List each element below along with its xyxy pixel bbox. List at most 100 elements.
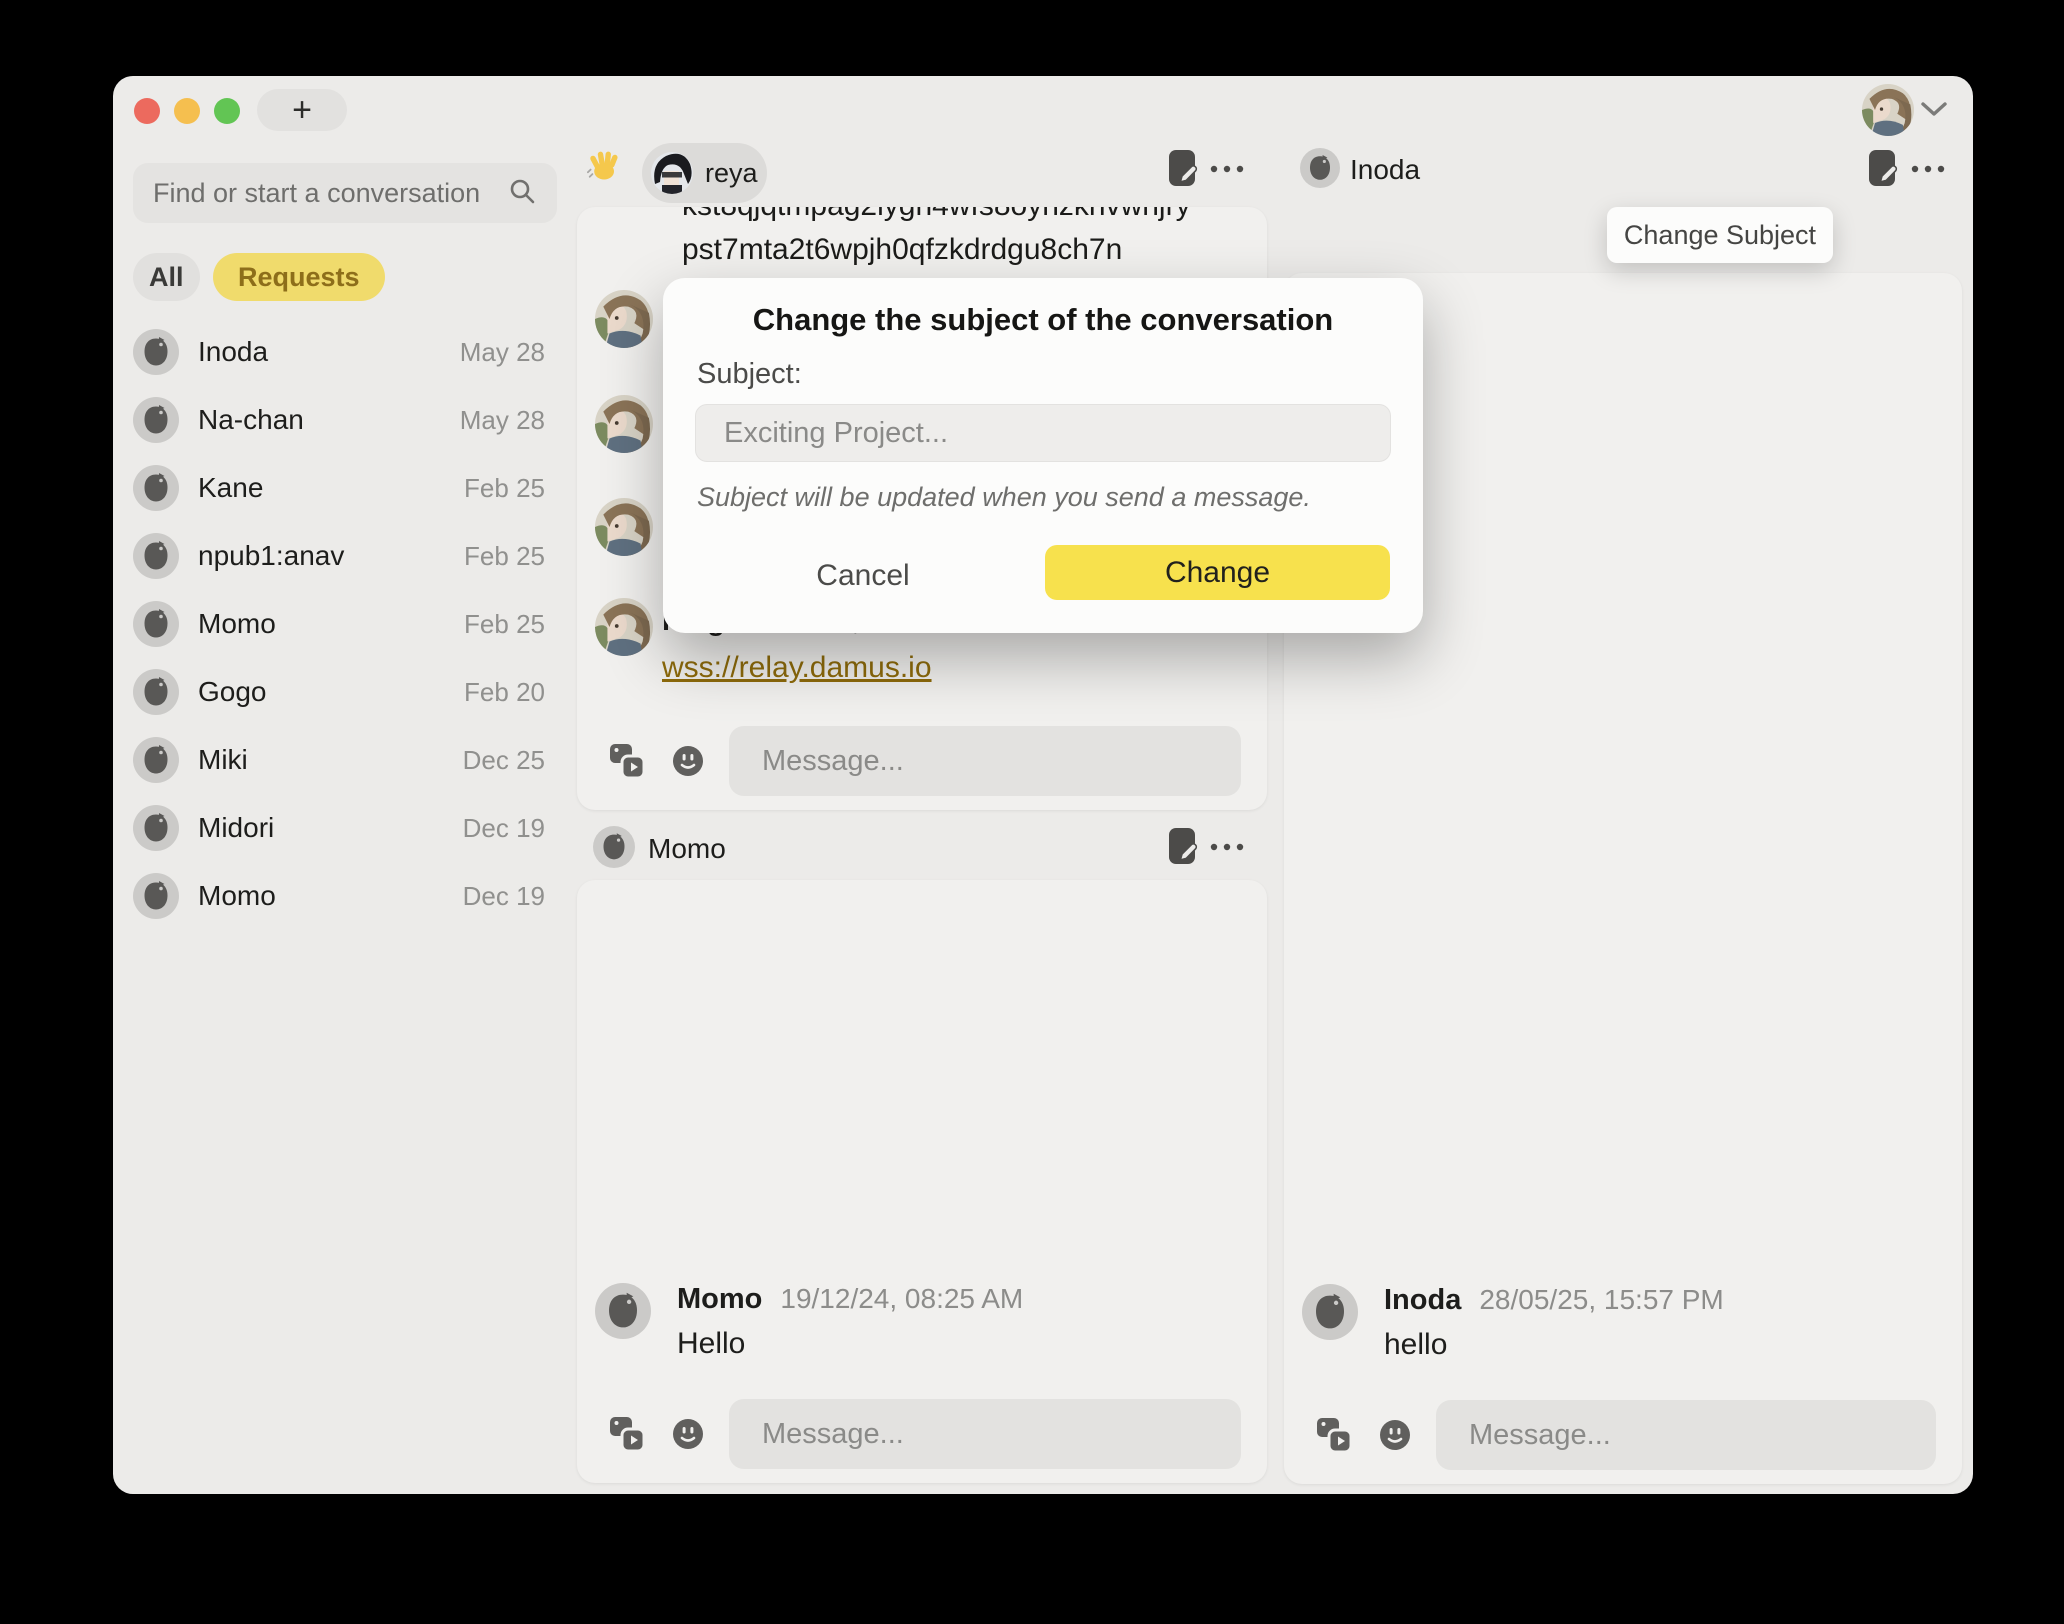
subject-input-placeholder: Exciting Project... [724,417,948,450]
conversation-date: Dec 19 [463,813,557,844]
momo-input-row: Message... [608,1399,1241,1469]
chat-message: Momo 19/12/24, 08:25 AM Hello [595,1283,1023,1361]
close-button[interactable] [134,98,160,124]
new-tab-button[interactable]: + [257,89,347,131]
change-subject-tooltip: Change Subject [1607,207,1833,263]
tooltip-label: Change Subject [1624,220,1816,251]
conversation-list-item[interactable]: npub1:anav Feb 25 [133,522,557,590]
conversation-list-item[interactable]: Inoda May 28 [133,318,557,386]
npub-text-clipped: kst8qjqtmpag2lygn4wfs8oyhzknvwnjry [682,207,1191,223]
relay-link[interactable]: wss://relay.damus.io [662,651,932,685]
chevron-down-icon[interactable] [1919,100,1949,123]
plus-icon: + [292,91,312,130]
emoji-picker-icon[interactable] [672,1418,704,1450]
conversation-list-item[interactable]: Kane Feb 25 [133,454,557,522]
message-author: Inoda [1384,1284,1461,1317]
conversation-list-item[interactable]: Na-chan May 28 [133,386,557,454]
cancel-button[interactable]: Cancel [783,554,943,598]
wave-emoji-icon [587,148,623,184]
message-input-placeholder: Message... [1469,1419,1611,1452]
reya-title: reya [705,158,758,189]
emoji-picker-icon[interactable] [672,745,704,777]
subject-label: Subject: [697,358,802,391]
inoda-title[interactable]: Inoda [1350,154,1420,186]
inoda-header-avatar [1300,148,1340,188]
default-avatar [133,873,179,919]
conversation-list-item[interactable]: Gogo Feb 20 [133,658,557,726]
more-options-icon[interactable] [1908,162,1948,174]
conversation-list-item[interactable]: Momo Feb 25 [133,590,557,658]
conversation-name: Miki [198,744,248,776]
conversation-list-item[interactable]: Miki Dec 25 [133,726,557,794]
message-input-placeholder: Message... [762,745,904,778]
default-avatar [133,737,179,783]
default-avatar [133,533,179,579]
dialog-title: Change the subject of the conversation [663,302,1423,338]
conversation-date: May 28 [460,337,557,368]
default-avatar [133,805,179,851]
message-timestamp: 19/12/24, 08:25 AM [780,1283,1023,1315]
change-button-label: Change [1165,556,1270,590]
change-button[interactable]: Change [1045,545,1390,600]
reya-avatar [651,152,693,194]
account-avatar[interactable] [1862,84,1914,136]
reya-input-row: Message... [608,726,1241,796]
message-author: Momo [677,1283,762,1316]
default-avatar [133,465,179,511]
subject-input[interactable]: Exciting Project... [695,404,1391,462]
change-subject-icon[interactable] [1867,148,1899,190]
search-placeholder: Find or start a conversation [153,178,507,209]
media-attach-icon[interactable] [1315,1415,1355,1455]
conversation-list: Inoda May 28 Na-chan May 28 [133,318,557,930]
filter-requests[interactable]: Requests [213,253,385,301]
conversation-date: Feb 20 [464,677,557,708]
traffic-lights [134,98,240,124]
conversation-name: Kane [198,472,263,504]
default-avatar [133,669,179,715]
message-text: Hello [677,1327,1023,1361]
default-avatar [133,329,179,375]
more-options-icon[interactable] [1207,162,1247,174]
change-subject-icon[interactable] [1167,826,1199,868]
message-timestamp: 28/05/25, 15:57 PM [1479,1284,1723,1316]
search-input[interactable]: Find or start a conversation [133,163,557,223]
default-avatar [133,397,179,443]
message-avatar [1302,1284,1358,1340]
conversation-name: Momo [198,608,276,640]
search-icon [507,176,537,211]
minimize-button[interactable] [174,98,200,124]
filter-all-label: All [149,262,184,293]
chat-message: Inoda 28/05/25, 15:57 PM hello [1302,1284,1724,1362]
message-input[interactable]: Message... [729,1399,1241,1469]
media-attach-icon[interactable] [608,1414,648,1454]
conversation-date: Dec 19 [463,881,557,912]
zoom-button[interactable] [214,98,240,124]
conversation-name: Momo [198,880,276,912]
conversation-name: Gogo [198,676,267,708]
reya-conversation-header[interactable]: reya [642,143,767,203]
filter-requests-label: Requests [238,262,360,293]
default-avatar [133,601,179,647]
momo-title[interactable]: Momo [648,833,726,865]
conversation-name: Inoda [198,336,268,368]
conversation-date: Feb 25 [464,541,557,572]
message-avatar [595,598,653,656]
change-subject-icon[interactable] [1167,148,1199,190]
momo-header-avatar [593,826,635,868]
more-options-icon[interactable] [1207,840,1247,852]
message-avatar [595,1283,651,1339]
conversation-list-item[interactable]: Momo Dec 19 [133,862,557,930]
conversation-date: May 28 [460,405,557,436]
conversation-list-item[interactable]: Midori Dec 19 [133,794,557,862]
cancel-button-label: Cancel [816,559,909,593]
message-input[interactable]: Message... [1436,1400,1936,1470]
media-attach-icon[interactable] [608,741,648,781]
change-subject-dialog: Change the subject of the conversation S… [663,278,1423,633]
momo-message-area: Momo 19/12/24, 08:25 AM Hello Message... [577,880,1267,1483]
message-input[interactable]: Message... [729,726,1241,796]
conversation-name: Na-chan [198,404,304,436]
message-avatar [595,498,653,556]
emoji-picker-icon[interactable] [1379,1419,1411,1451]
npub-text: pst7mta2t6wpjh0qfzkdrdgu8ch7n [682,233,1122,267]
filter-all[interactable]: All [133,253,200,301]
